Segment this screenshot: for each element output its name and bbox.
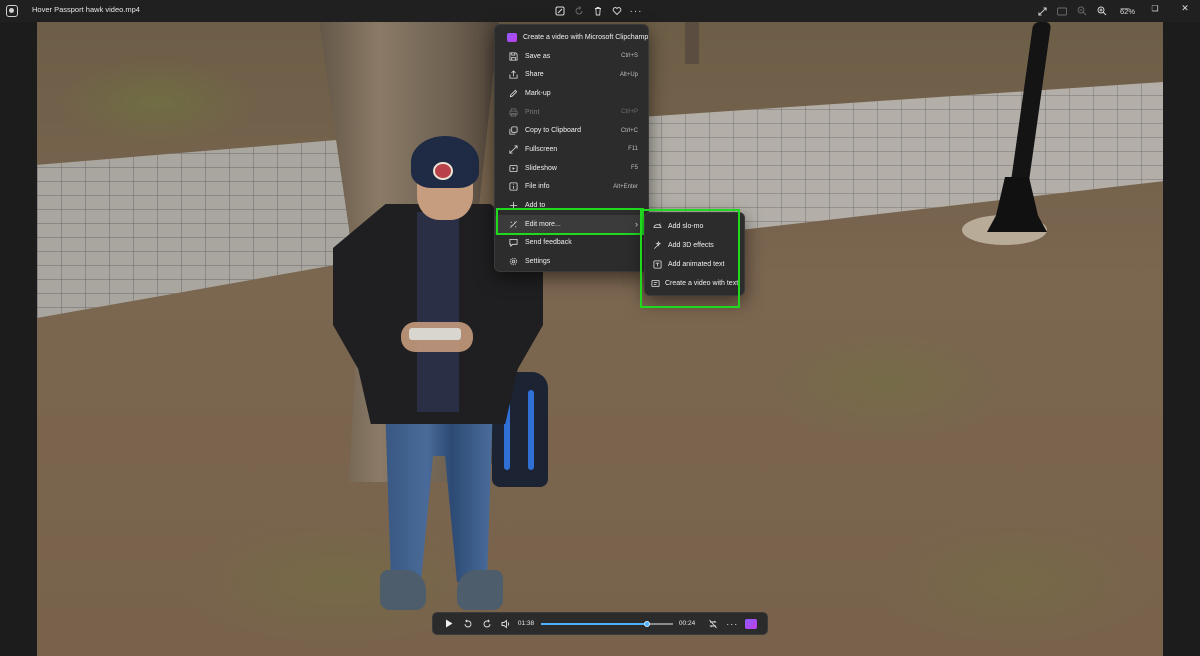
menu-item-slideshow[interactable]: Slideshow F5 (495, 159, 648, 178)
person-phone (409, 328, 461, 340)
person-shoe-left (380, 570, 426, 610)
menu-item-label: Create a video with Microsoft Clipchamp (523, 33, 649, 41)
maximize-button[interactable]: ❏ (1140, 0, 1170, 16)
favorite-icon (612, 7, 622, 16)
skip-back-icon (464, 618, 472, 627)
menu-item-shortcut: Ctrl+S (621, 53, 638, 60)
slideshow-icon (507, 162, 519, 174)
toolbar-center: ··· (552, 2, 644, 20)
person-shirt (417, 212, 459, 412)
pen-icon (507, 87, 519, 99)
submenu-highlight (640, 209, 740, 308)
menu-item-settings[interactable]: Settings (495, 252, 648, 271)
menu-item-shortcut: Ctrl+C (620, 127, 638, 134)
gear-icon (507, 256, 519, 268)
feedback-icon (507, 237, 519, 249)
fullscreen-icon (507, 143, 519, 155)
menu-item-label: Send feedback (525, 239, 572, 247)
skip-forward-icon (483, 618, 491, 627)
seek-thumb[interactable] (644, 620, 651, 627)
zoom-out-icon (1077, 6, 1087, 16)
remaining-time: 00:24 (678, 620, 696, 627)
play-icon (445, 619, 453, 628)
photos-app-window: Hover Passport hawk video.mp4 ··· 62% — … (0, 0, 1200, 656)
menu-item-shortcut: Alt+Enter (613, 183, 638, 190)
seek-bar[interactable] (540, 614, 673, 634)
more-button[interactable]: ··· (628, 2, 644, 20)
repeat-button[interactable] (704, 614, 723, 634)
volume-button[interactable] (496, 614, 515, 634)
cap-logo (433, 162, 453, 180)
zoom-out-button[interactable] (1074, 2, 1090, 20)
actual-size-button[interactable] (1054, 2, 1070, 20)
fullscreen-button[interactable] (1034, 2, 1050, 20)
player-controls: 01:38 00:24 ··· (432, 612, 768, 635)
clipchamp-button[interactable] (742, 614, 761, 634)
menu-item-label: Fullscreen (525, 145, 558, 153)
play-button[interactable] (439, 614, 458, 634)
menu-item-save-as[interactable]: Save as Ctrl+S (495, 47, 648, 66)
fullscreen-icon (1037, 6, 1047, 16)
close-icon: ✕ (1181, 2, 1189, 13)
edit-image-icon (555, 6, 565, 16)
menu-item-shortcut: F11 (628, 146, 638, 153)
file-title: Hover Passport hawk video.mp4 (32, 5, 140, 14)
menu-item-print[interactable]: Print Ctrl+P (495, 103, 648, 122)
clipchamp-icon (745, 618, 758, 629)
repeat-off-icon (709, 619, 717, 628)
menu-item-fullscreen[interactable]: Fullscreen F11 (495, 140, 648, 159)
menu-item-label: Copy to Clipboard (525, 127, 582, 135)
menu-item-label: Share (525, 71, 544, 79)
menu-item-label: Save as (525, 52, 551, 60)
menu-item-shortcut: Ctrl+P (621, 109, 638, 116)
menu-item-label: Settings (525, 258, 551, 266)
volume-icon (501, 619, 510, 628)
menu-item-clipchamp[interactable]: Create a video with Microsoft Clipchamp (495, 28, 648, 47)
delete-icon (595, 7, 601, 16)
more-icon: ··· (629, 5, 643, 17)
seek-progress (540, 622, 648, 625)
menu-item-mark-up[interactable]: Mark-up (495, 84, 648, 103)
skip-back-button[interactable] (458, 614, 477, 634)
menu-item-shortcut: F5 (630, 165, 638, 172)
menu-item-label: Print (525, 108, 540, 116)
menu-item-file-info[interactable]: File info Alt+Enter (495, 178, 648, 197)
menu-item-label: Mark-up (525, 89, 551, 97)
menu-item-send-feedback[interactable]: Send feedback (495, 234, 648, 253)
share-icon (507, 69, 519, 81)
more-icon: ··· (726, 618, 739, 629)
close-button[interactable]: ✕ (1170, 0, 1200, 16)
info-icon (507, 181, 519, 193)
menu-item-label: File info (525, 183, 550, 191)
copy-icon (507, 125, 519, 137)
favorite-button[interactable] (609, 2, 625, 20)
window-controls: — ❏ ✕ (1110, 0, 1200, 16)
rotate-icon (575, 6, 583, 15)
person-shoe-right (457, 570, 503, 610)
background-tree (685, 22, 699, 64)
save-icon (507, 50, 519, 62)
menu-item-share[interactable]: Share Alt+Up (495, 65, 648, 84)
edit-image-button[interactable] (552, 2, 568, 20)
player-more-button[interactable]: ··· (723, 614, 742, 634)
minimize-icon: — (1120, 3, 1130, 13)
delete-button[interactable] (590, 2, 606, 20)
menu-item-label: Slideshow (525, 164, 557, 172)
minimize-button[interactable]: — (1110, 0, 1140, 16)
actual-size-icon (1057, 7, 1067, 15)
zoom-in-button[interactable] (1094, 2, 1110, 20)
current-time: 01:38 (517, 620, 535, 627)
photos-app-icon (6, 5, 18, 17)
clipchamp-icon (507, 31, 517, 43)
menu-item-copy[interactable]: Copy to Clipboard Ctrl+C (495, 121, 648, 140)
skip-forward-button[interactable] (477, 614, 496, 634)
maximize-icon: ❏ (1151, 3, 1159, 13)
print-icon (507, 106, 519, 118)
zoom-in-icon (1097, 6, 1107, 16)
title-bar: Hover Passport hawk video.mp4 ··· 62% — … (0, 0, 1200, 22)
edit-more-highlight (496, 208, 644, 235)
rotate-button[interactable] (571, 2, 587, 20)
menu-item-shortcut: Alt+Up (619, 71, 638, 78)
